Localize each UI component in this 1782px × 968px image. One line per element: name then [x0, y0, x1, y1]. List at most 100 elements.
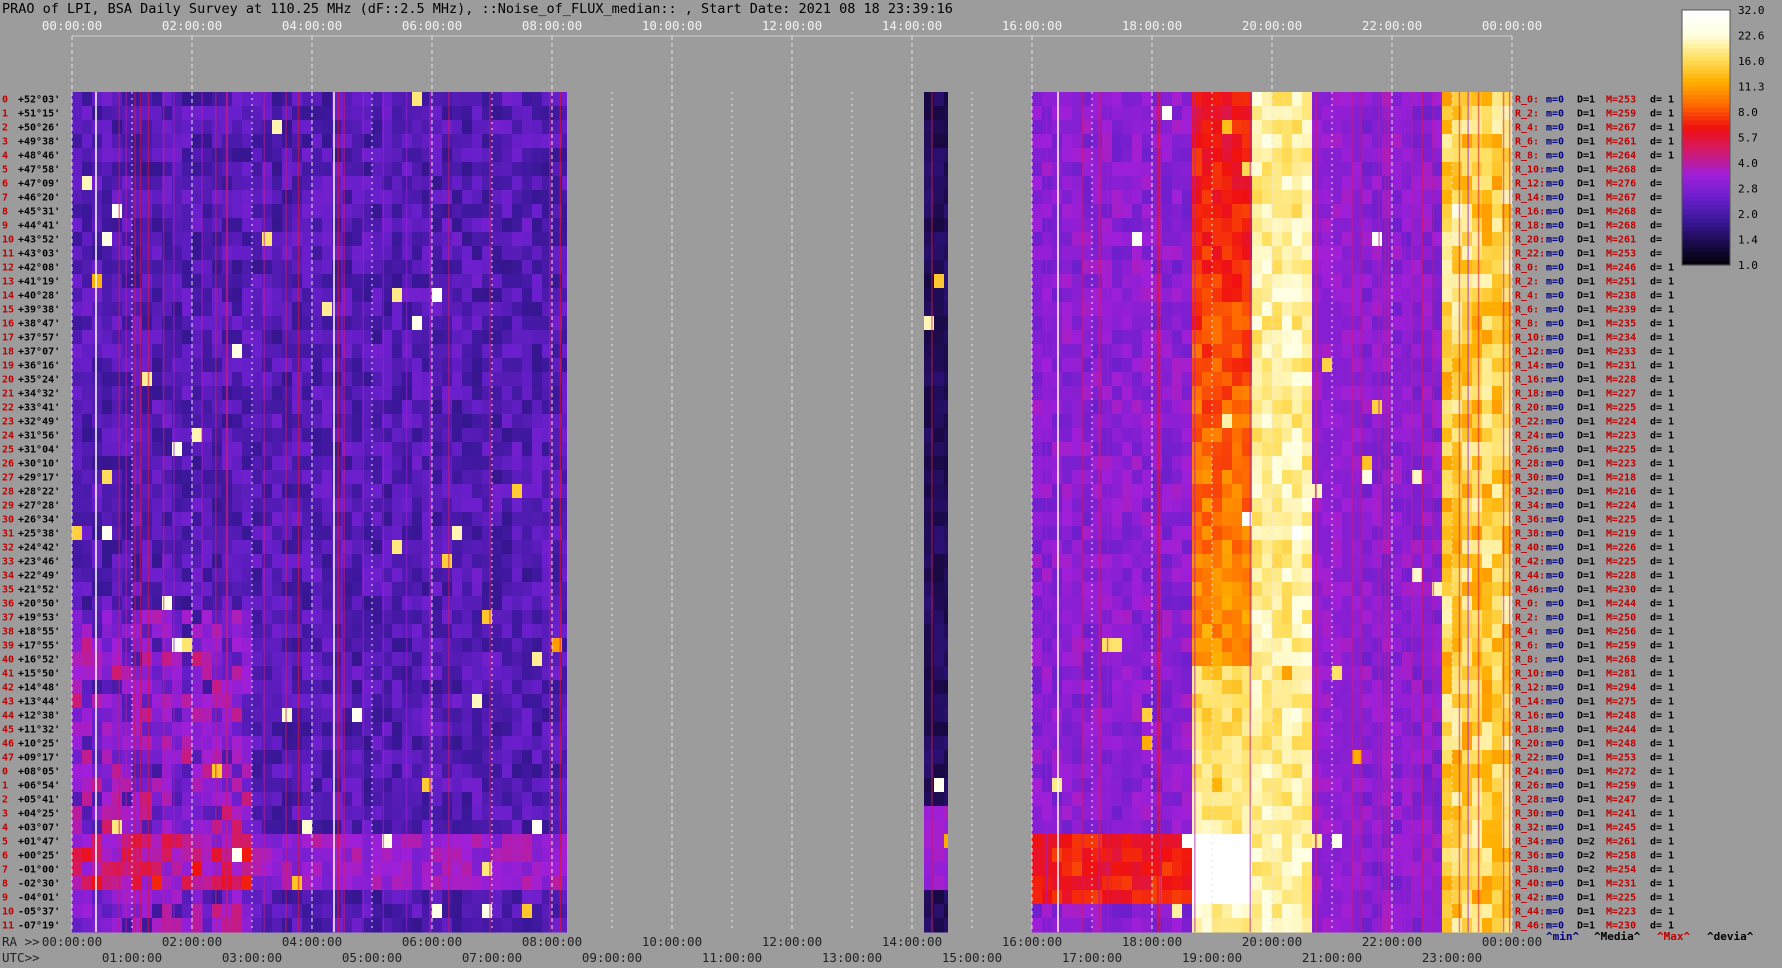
heatmap-cell	[102, 414, 112, 429]
heatmap-cell	[944, 498, 948, 513]
heatmap-cell	[72, 540, 82, 555]
heatmap-cell	[1212, 414, 1222, 429]
heatmap-cell	[562, 764, 567, 779]
heatmap-cell	[1312, 596, 1322, 611]
heatmap-cell	[1302, 358, 1312, 373]
heatmap-cell	[452, 862, 462, 877]
heatmap-cell	[312, 652, 322, 667]
heatmap-cell	[1072, 638, 1082, 653]
heatmap-cell	[1222, 722, 1232, 737]
heatmap-cell	[372, 260, 382, 275]
heatmap-cell	[102, 526, 112, 541]
heatmap-cell	[232, 876, 242, 891]
heatmap-cell	[1132, 148, 1142, 163]
heatmap-cell	[432, 386, 442, 401]
heatmap-cell	[1122, 120, 1132, 135]
heatmap-cell	[1302, 204, 1312, 219]
heatmap-cell	[1212, 792, 1222, 807]
heatmap-cell	[512, 904, 522, 919]
heatmap-cell	[1202, 876, 1212, 891]
heatmap-cell	[1232, 638, 1242, 653]
heatmap-cell	[1142, 274, 1152, 289]
heatmap-cell	[1032, 722, 1042, 737]
heatmap-cell	[392, 708, 402, 723]
heatmap-cell	[1122, 316, 1132, 331]
heatmap-cell	[292, 232, 302, 247]
heatmap-cell	[232, 722, 242, 737]
heatmap-cell	[1202, 176, 1212, 191]
heatmap-cell	[72, 134, 82, 149]
heatmap-cell	[412, 344, 422, 359]
heatmap-cell	[182, 694, 192, 709]
heatmap-cell	[302, 372, 312, 387]
heatmap-cell	[152, 736, 162, 751]
heatmap-cell	[232, 834, 242, 849]
heatmap-cell	[272, 106, 282, 121]
heatmap-cell	[282, 792, 292, 807]
heatmap-cell	[412, 400, 422, 415]
heatmap-cell	[442, 876, 452, 891]
heatmap-cell	[1072, 582, 1082, 597]
heatmap-cell	[292, 498, 302, 513]
heatmap-cell	[1032, 414, 1042, 429]
heatmap-cell	[212, 862, 222, 877]
heatmap-cell	[112, 288, 122, 303]
heatmap-cell	[1282, 834, 1292, 849]
heatmap-cell	[312, 512, 322, 527]
heatmap-cell	[1262, 218, 1272, 233]
heatmap-cell	[1282, 246, 1292, 261]
heatmap-cell	[1052, 596, 1062, 611]
heatmap-cell	[1272, 778, 1282, 793]
heatmap-cell	[1262, 414, 1272, 429]
heatmap-cell	[322, 470, 332, 485]
heatmap-cell	[192, 610, 202, 625]
heatmap-cell	[1202, 848, 1212, 863]
heatmap-cell	[372, 736, 382, 751]
heatmap-cell	[202, 274, 212, 289]
heatmap-cell	[1142, 414, 1152, 429]
heatmap-cell	[1032, 456, 1042, 471]
heatmap-cell	[322, 610, 332, 625]
heatmap-cell	[372, 106, 382, 121]
heatmap-cell	[282, 330, 292, 345]
heatmap-cell	[322, 778, 332, 793]
heatmap-cell	[1272, 750, 1282, 765]
heatmap-cell	[1182, 554, 1192, 569]
heatmap-cell	[472, 232, 482, 247]
heatmap-cell	[1112, 372, 1122, 387]
heatmap-cell	[1072, 848, 1082, 863]
heatmap-cell	[142, 638, 152, 653]
heatmap-cell	[502, 862, 512, 877]
heatmap-cell	[322, 904, 332, 919]
heatmap-cell	[152, 834, 162, 849]
heatmap-cell	[102, 190, 112, 205]
heatmap-cell	[152, 750, 162, 765]
heatmap-cell	[1192, 540, 1202, 555]
heatmap-cell	[92, 246, 102, 261]
heatmap-cell	[352, 834, 362, 849]
heatmap-cell	[442, 736, 452, 751]
heatmap-cell	[72, 148, 82, 163]
heatmap-cell	[442, 918, 452, 933]
heatmap-cell	[452, 792, 462, 807]
heatmap-cell	[532, 918, 542, 933]
heatmap-cell	[532, 204, 542, 219]
heatmap-cell	[82, 848, 92, 863]
heatmap-cell	[532, 526, 542, 541]
heatmap-cell	[432, 792, 442, 807]
heatmap-cell	[292, 638, 302, 653]
heatmap-cell	[1162, 134, 1172, 149]
heatmap-cell	[302, 190, 312, 205]
heatmap-cell	[452, 610, 462, 625]
heatmap-cell	[112, 848, 122, 863]
heatmap-cell	[1322, 372, 1332, 387]
heatmap-cell	[1062, 722, 1072, 737]
heatmap-cell	[432, 540, 442, 555]
heatmap-cell	[312, 204, 322, 219]
heatmap-cell	[92, 666, 102, 681]
heatmap-cell	[1292, 442, 1302, 457]
heatmap-cell	[522, 120, 532, 135]
heatmap-cell	[462, 428, 472, 443]
heatmap-cell	[232, 484, 242, 499]
heatmap-cell	[1062, 400, 1072, 415]
